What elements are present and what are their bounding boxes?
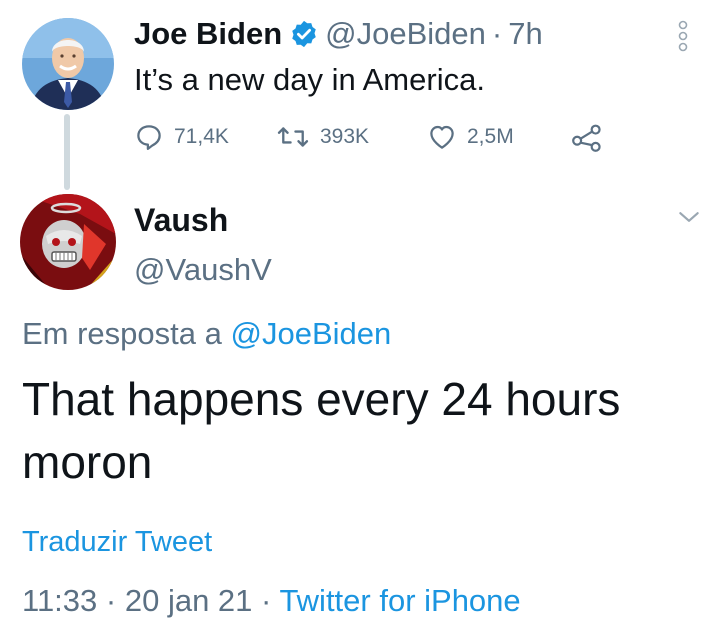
reply-count: 71,4K <box>174 125 229 148</box>
like-count: 2,5M <box>467 125 514 148</box>
reply-author-handle[interactable]: @VaushV <box>134 248 272 292</box>
verified-badge-icon <box>292 20 316 48</box>
reply-context-prefix: Em resposta a <box>22 316 222 351</box>
meta-separator: · <box>105 583 117 618</box>
thread-connector-line <box>64 114 70 190</box>
avatar-vaush[interactable] <box>20 194 116 290</box>
reply-tweet-text: That happens every 24 hours moron <box>22 373 621 488</box>
retweet-icon <box>277 127 309 147</box>
share-icon <box>572 124 601 152</box>
avatar-joe-biden-image <box>22 18 114 110</box>
parent-author-handle[interactable]: @JoeBiden <box>325 12 486 56</box>
more-options-icon[interactable] <box>677 20 689 52</box>
retweet-button[interactable]: 393K <box>276 118 369 156</box>
reply-author-name[interactable]: Vaush <box>134 198 228 242</box>
tweet-time[interactable]: 11:33 <box>22 583 97 618</box>
translate-tweet-link[interactable]: Traduzir Tweet <box>22 520 212 564</box>
meta-separator: · <box>261 583 272 618</box>
reply-context-mention-link[interactable]: @JoeBiden <box>231 316 392 351</box>
tweet-metadata: 11:33 · 20 jan 21 · Twitter for iPhone <box>22 578 521 624</box>
tweet-date[interactable]: 20 jan 21 <box>125 583 253 618</box>
parent-tweet-text: It’s a new day in America. <box>134 62 485 97</box>
parent-tweet-time[interactable]: 7h <box>508 12 542 56</box>
parent-header-separator: · <box>491 16 503 51</box>
avatar-vaush-image <box>20 194 116 290</box>
share-button[interactable] <box>571 118 613 156</box>
tweet-source-link[interactable]: Twitter for iPhone <box>279 583 520 618</box>
chevron-down-icon[interactable] <box>676 204 702 230</box>
like-icon <box>430 125 454 149</box>
parent-author-name[interactable]: Joe Biden <box>134 12 282 56</box>
retweet-count: 393K <box>320 125 370 148</box>
avatar-joe-biden[interactable] <box>22 18 114 110</box>
reply-button[interactable]: 71,4K <box>134 118 229 156</box>
reply-context: Em resposta a @JoeBiden <box>22 312 391 356</box>
parent-tweet-header: Joe Biden @JoeBiden · 7h <box>134 12 543 56</box>
reply-icon <box>137 125 161 150</box>
like-button[interactable]: 2,5M <box>427 118 514 156</box>
